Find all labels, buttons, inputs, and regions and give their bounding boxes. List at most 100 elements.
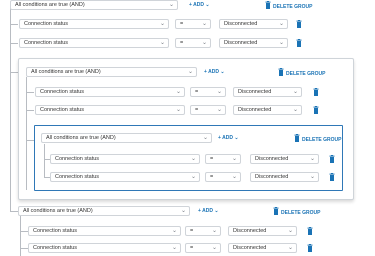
field-select[interactable]: Connection status ⌄ [28,243,181,253]
add-label: ADD [202,208,213,214]
chevron-down-icon: ⌄ [175,107,181,113]
add-button[interactable]: + ADD ⌄ [204,67,225,77]
group-mode-select[interactable]: All conditions are true (AND) ⌄ [10,0,178,10]
value-select[interactable]: Disconnected ⌄ [228,243,297,253]
trash-icon [294,134,300,142]
chevron-down-icon: ⌄ [190,156,196,162]
operator-label: = [190,245,194,251]
trash-icon[interactable] [296,20,302,28]
operator-select[interactable]: = ⌄ [175,38,211,48]
field-select[interactable]: Connection status ⌄ [50,154,200,164]
delete-group-button[interactable]: DELETE GROUP [273,206,320,216]
group-mode-label: All conditions are true (AND) [23,208,93,214]
chevron-down-icon: ⌄ [231,174,237,180]
connector-line [10,24,18,25]
field-select[interactable]: Connection status ⌄ [35,87,185,97]
operator-label: = [210,174,214,180]
field-select[interactable]: Connection status ⌄ [35,105,185,115]
chevron-down-icon: ⌄ [309,156,315,162]
chevron-down-icon: ⌄ [287,228,293,234]
chevron-down-icon: ⌄ [218,69,225,75]
delete-group-button[interactable]: DELETE GROUP [278,67,325,77]
operator-label: = [180,21,184,27]
chevron-down-icon: ⌄ [175,89,181,95]
chevron-down-icon: ⌄ [202,135,208,141]
operator-select[interactable]: = ⌄ [205,172,241,182]
delete-group-label: DELETE GROUP [302,137,342,143]
delete-group-label: DELETE GROUP [286,71,326,77]
operator-select[interactable]: = ⌄ [185,226,221,236]
connector-line [26,110,34,111]
trash-icon[interactable] [313,106,319,114]
value-select[interactable]: Disconnected ⌄ [219,38,288,48]
chevron-down-icon: ⌄ [216,107,222,113]
chevron-down-icon: ⌄ [292,89,298,95]
value-label: Disconnected [238,89,272,95]
operator-select[interactable]: = ⌄ [190,105,226,115]
operator-label: = [195,107,199,113]
group-mode-select[interactable]: All conditions are true (AND) ⌄ [41,133,212,143]
add-button[interactable]: + ADD ⌄ [218,133,239,143]
connector-line [10,8,11,211]
trash-icon [273,207,279,215]
add-button[interactable]: + ADD ⌄ [198,206,219,216]
connector-line [26,140,34,141]
value-select[interactable]: Disconnected ⌄ [250,172,319,182]
field-label: Connection status [33,245,78,251]
trash-icon[interactable] [329,173,335,181]
chevron-down-icon: ⌄ [309,174,315,180]
add-label: ADD [193,2,204,8]
field-label: Connection status [24,40,69,46]
chevron-down-icon: ⌄ [171,228,177,234]
value-select[interactable]: Disconnected ⌄ [219,19,288,29]
add-button[interactable]: + ADD ⌄ [189,0,210,10]
value-label: Disconnected [255,174,289,180]
operator-label: = [180,40,184,46]
add-label: ADD [208,69,219,75]
chevron-down-icon: ⌄ [278,40,284,46]
group-mode-select[interactable]: All conditions are true (AND) ⌄ [26,67,197,77]
chevron-down-icon: ⌄ [201,40,207,46]
field-select[interactable]: Connection status ⌄ [19,19,169,29]
field-select[interactable]: Connection status ⌄ [28,226,181,236]
field-select[interactable]: Connection status ⌄ [50,172,200,182]
trash-icon[interactable] [307,244,313,252]
field-select[interactable]: Connection status ⌄ [19,38,169,48]
delete-group-button[interactable]: DELETE GROUP [294,133,341,143]
operator-select[interactable]: = ⌄ [205,154,241,164]
group-mode-select[interactable]: All conditions are true (AND) ⌄ [18,206,190,216]
value-label: Disconnected [224,21,258,27]
operator-select[interactable]: = ⌄ [185,243,221,253]
trash-icon[interactable] [313,88,319,96]
field-label: Connection status [33,228,78,234]
operator-label: = [190,228,194,234]
operator-label: = [195,89,199,95]
value-label: Disconnected [255,156,289,162]
value-select[interactable]: Disconnected ⌄ [233,105,302,115]
value-select[interactable]: Disconnected ⌄ [250,154,319,164]
field-label: Connection status [40,107,85,113]
connector-line [44,144,45,178]
connector-line [10,72,18,73]
chevron-down-icon: ⌄ [171,245,177,251]
delete-group-button[interactable]: DELETE GROUP [265,0,312,10]
chevron-down-icon: ⌄ [232,135,239,141]
trash-icon[interactable] [307,227,313,235]
chevron-down-icon: ⌄ [211,228,217,234]
group-mode-label: All conditions are true (AND) [31,69,101,75]
connector-line [26,77,27,190]
value-select[interactable]: Disconnected ⌄ [233,87,302,97]
chevron-down-icon: ⌄ [168,2,174,8]
operator-select[interactable]: = ⌄ [190,87,226,97]
chevron-down-icon: ⌄ [180,208,186,214]
operator-select[interactable]: = ⌄ [175,19,211,29]
chevron-down-icon: ⌄ [201,21,207,27]
trash-icon[interactable] [329,155,335,163]
trash-icon[interactable] [296,39,302,47]
group-mode-label: All conditions are true (AND) [46,135,116,141]
trash-icon [278,68,284,76]
chevron-down-icon: ⌄ [159,21,165,27]
value-select[interactable]: Disconnected ⌄ [228,226,297,236]
chevron-down-icon: ⌄ [211,245,217,251]
chevron-down-icon: ⌄ [190,174,196,180]
